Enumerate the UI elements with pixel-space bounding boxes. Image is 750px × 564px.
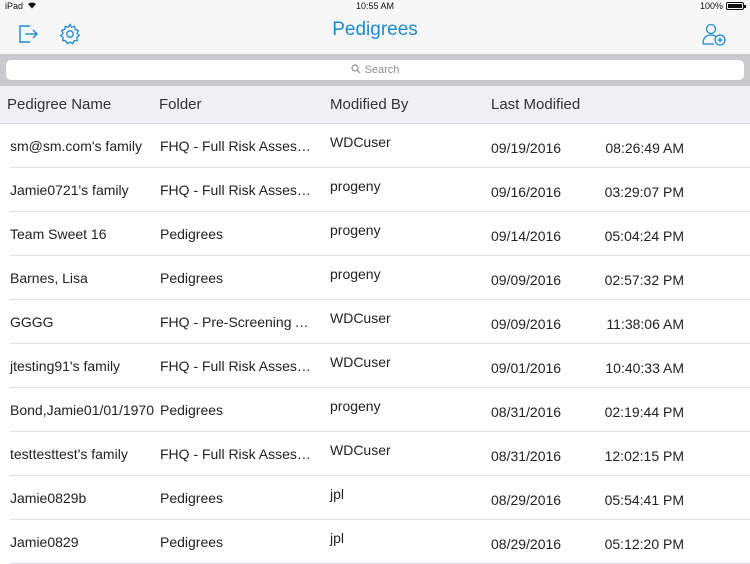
add-user-icon[interactable] bbox=[700, 20, 728, 48]
column-header-modified-by[interactable]: Modified By bbox=[330, 96, 408, 113]
table-header: Pedigree Name Folder Modified By Last Mo… bbox=[0, 86, 750, 124]
pedigree-time: 11:38:06 AM bbox=[606, 316, 684, 332]
table-row[interactable]: Jamie0829b Pedigrees jpl 08/29/2016 05:5… bbox=[0, 476, 750, 520]
table-row[interactable]: jtesting91's family FHQ - Full Risk Asse… bbox=[0, 344, 750, 388]
table-row[interactable]: sm@sm.com's family FHQ - Full Risk Asses… bbox=[0, 124, 750, 168]
status-time: 10:55 AM bbox=[355, 1, 395, 11]
search-bar-container: Search bbox=[0, 54, 750, 86]
search-input[interactable]: Search bbox=[6, 60, 744, 80]
pedigree-time: 10:40:33 AM bbox=[605, 360, 684, 376]
table-row[interactable]: Jamie0829 Pedigrees jpl 08/29/2016 05:12… bbox=[0, 520, 750, 564]
pedigree-time: 02:19:44 PM bbox=[604, 404, 684, 420]
pedigree-time: 03:29:07 PM bbox=[604, 184, 684, 200]
pedigree-time: 08:26:49 AM bbox=[605, 140, 684, 156]
pedigree-time: 12:02:15 PM bbox=[604, 448, 684, 464]
status-bar: iPad 10:55 AM 100% bbox=[0, 0, 750, 14]
table-row[interactable]: GGGG FHQ - Pre-Screening Assessment WDCu… bbox=[0, 300, 750, 344]
pedigree-time: 05:04:24 PM bbox=[604, 228, 684, 244]
table-row[interactable]: testtesttest's family FHQ - Full Risk As… bbox=[0, 432, 750, 476]
pedigree-list: sm@sm.com's family FHQ - Full Risk Asses… bbox=[0, 124, 750, 564]
status-right: 100% bbox=[699, 1, 746, 11]
nav-bar: Pedigrees bbox=[0, 14, 750, 54]
battery-icon bbox=[726, 2, 746, 10]
table-row[interactable]: Team Sweet 16 Pedigrees progeny 09/14/20… bbox=[0, 212, 750, 256]
page-title: Pedigrees bbox=[332, 19, 418, 40]
pedigree-time: 05:54:41 PM bbox=[604, 492, 684, 508]
search-icon bbox=[350, 63, 361, 77]
column-header-last-modified[interactable]: Last Modified bbox=[491, 96, 580, 113]
column-header-folder[interactable]: Folder bbox=[159, 96, 202, 113]
table-row[interactable]: Barnes, Lisa Pedigrees progeny 09/09/201… bbox=[0, 256, 750, 300]
table-row[interactable]: Bond,Jamie01/01/1970 Pedigrees progeny 0… bbox=[0, 388, 750, 432]
search-placeholder: Search bbox=[364, 64, 400, 76]
pedigree-time: 02:57:32 PM bbox=[604, 272, 684, 288]
pedigree-time: 05:12:20 PM bbox=[604, 536, 684, 552]
battery-percent: 100% bbox=[699, 1, 723, 11]
column-header-name[interactable]: Pedigree Name bbox=[7, 96, 111, 113]
table-row[interactable]: Jamie0721's family FHQ - Full Risk Asses… bbox=[0, 168, 750, 212]
